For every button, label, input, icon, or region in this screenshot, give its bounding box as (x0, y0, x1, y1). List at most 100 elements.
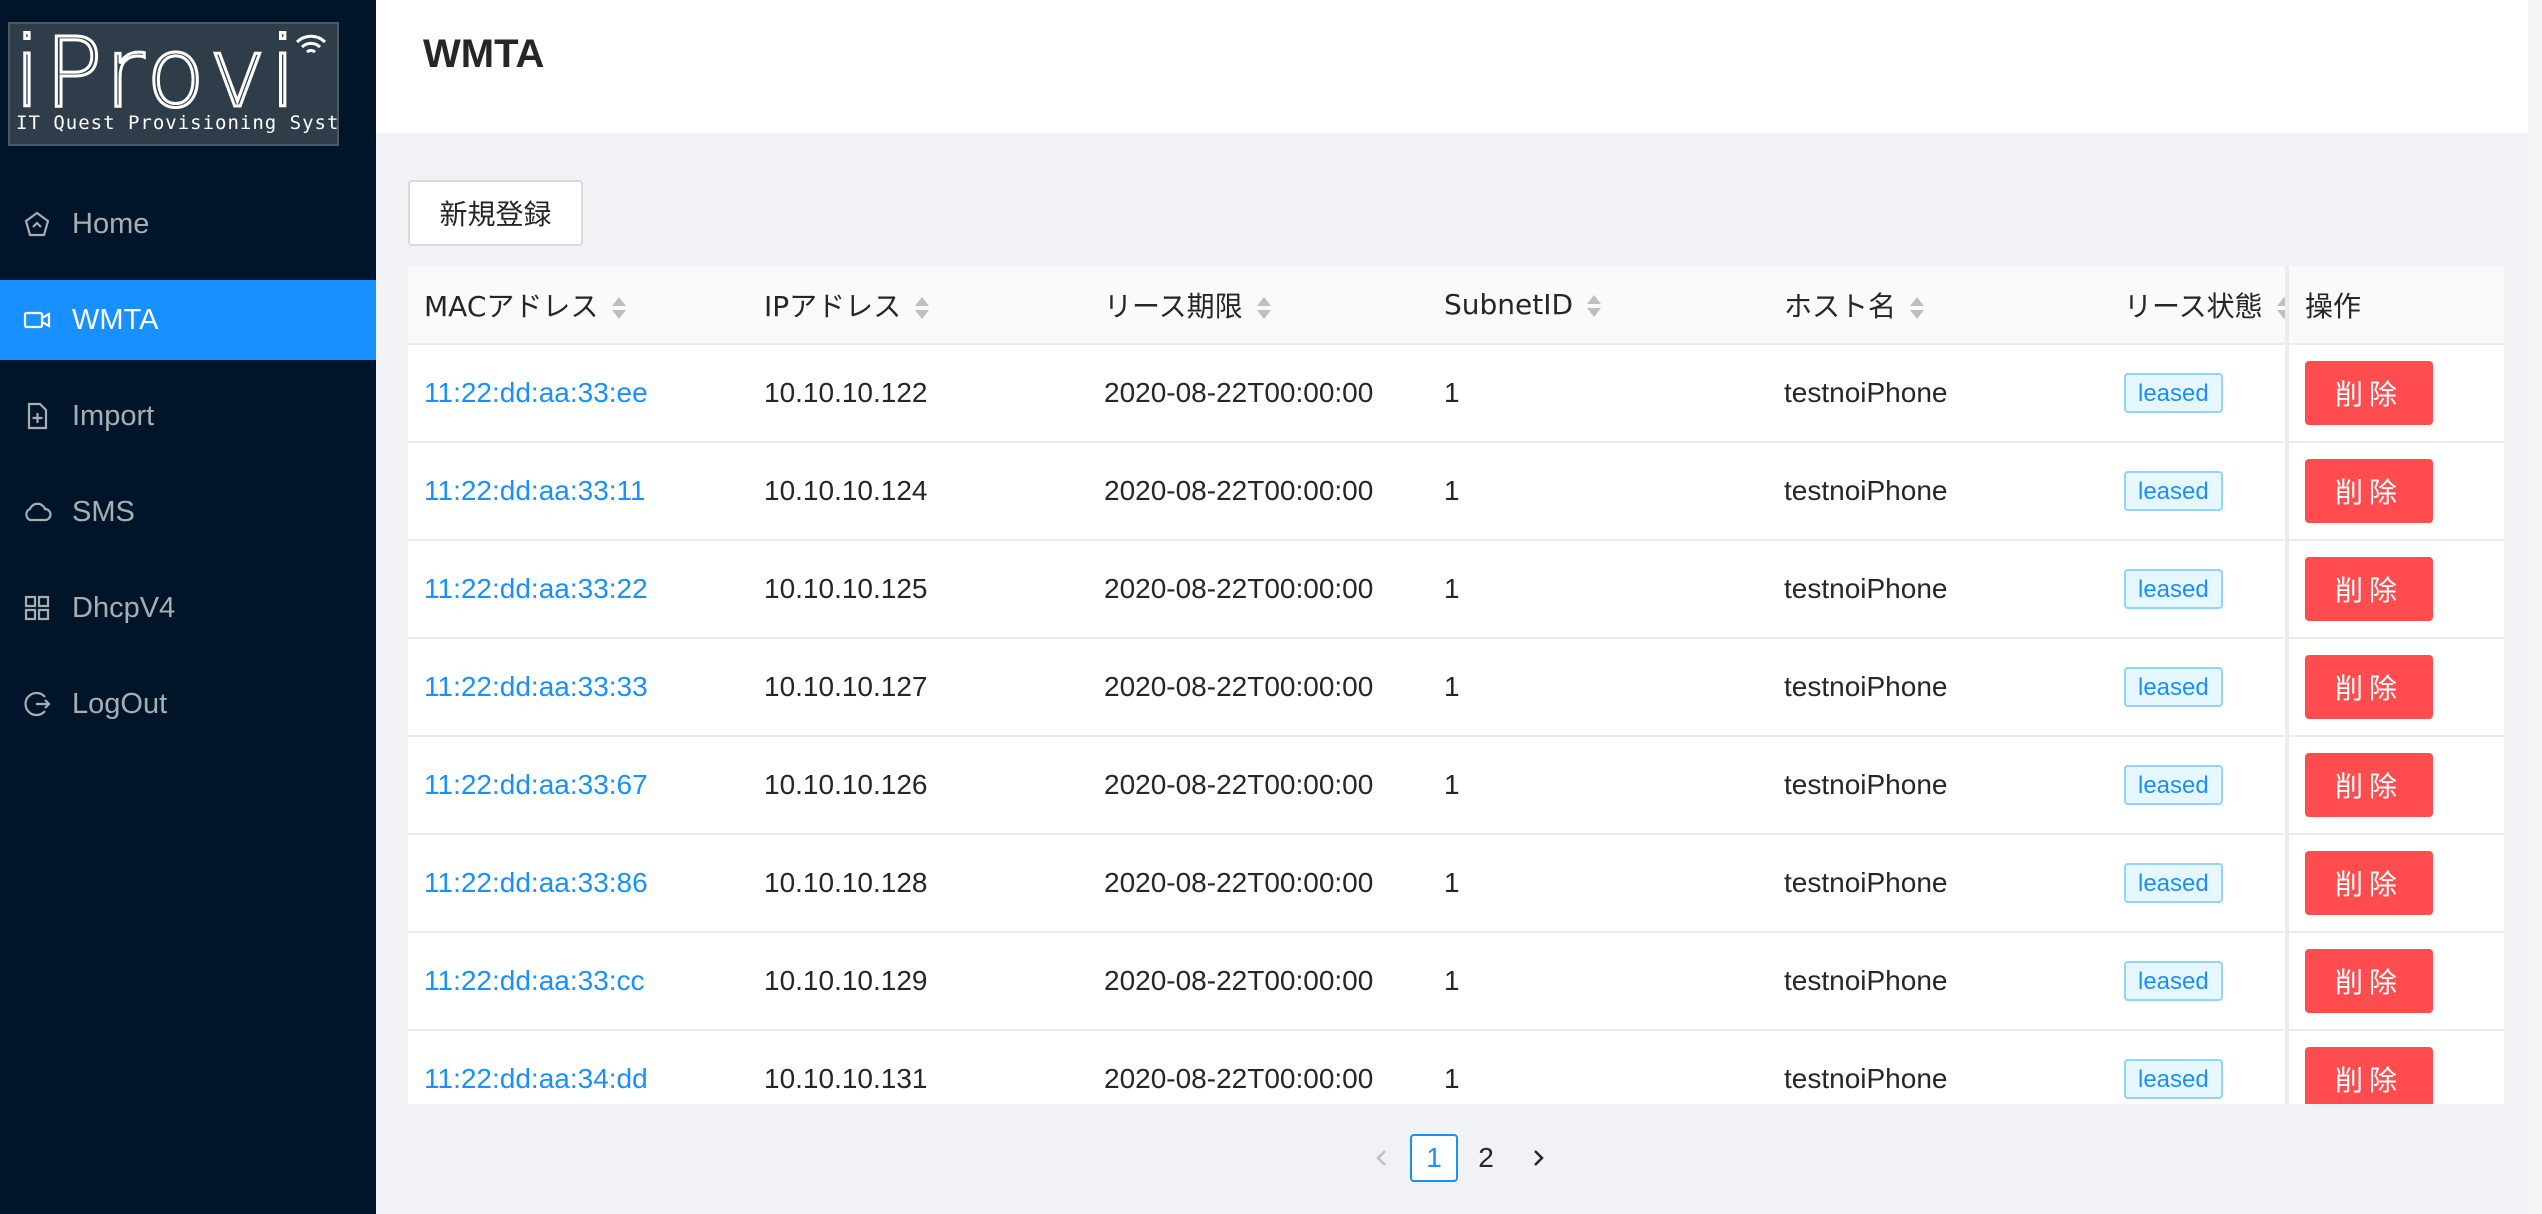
mac-link[interactable]: 11:22:dd:aa:33:86 (424, 867, 648, 898)
status-badge: leased (2124, 471, 2223, 511)
sidebar-item-label: DhcpV4 (72, 591, 176, 624)
host-cell: testnoiPhone (1768, 540, 2108, 639)
page-1-button[interactable]: 1 (1410, 1134, 1458, 1182)
status-badge: leased (2124, 373, 2223, 413)
table-row: 11:22:dd:aa:34:dd 10.10.10.131 2020-08-2… (408, 1030, 2504, 1104)
delete-button[interactable]: 削除 (2305, 851, 2433, 915)
sidebar-item-sms[interactable]: SMS (0, 472, 376, 552)
column-header-state[interactable]: リース状態 (2108, 266, 2287, 345)
table-row: 11:22:dd:aa:33:11 10.10.10.124 2020-08-2… (408, 442, 2504, 541)
delete-button[interactable]: 削除 (2305, 1047, 2433, 1104)
sidebar-item-label: WMTA (72, 303, 159, 336)
host-cell: testnoiPhone (1768, 638, 2108, 737)
next-page-button[interactable] (1514, 1134, 1562, 1182)
expiry-cell: 2020-08-22T00:00:00 (1088, 932, 1428, 1031)
page-2-button[interactable]: 2 (1462, 1134, 1510, 1182)
subnet-cell: 1 (1428, 540, 1768, 639)
host-cell: testnoiPhone (1768, 932, 2108, 1031)
sidebar-nav: Home WMTA Import SMS DhcpV4 LogOut (0, 184, 376, 760)
table-row: 11:22:dd:aa:33:ee 10.10.10.122 2020-08-2… (408, 344, 2504, 443)
app-logo[interactable]: iProvi IT Quest Provisioning System (8, 22, 339, 146)
page-header: WMTA (376, 0, 2542, 133)
pagination: 1 2 (1358, 1134, 1566, 1182)
table-row: 11:22:dd:aa:33:33 10.10.10.127 2020-08-2… (408, 638, 2504, 737)
column-header-subnet[interactable]: SubnetID (1428, 266, 1768, 345)
mac-link[interactable]: 11:22:dd:aa:33:ee (424, 377, 648, 408)
subnet-cell: 1 (1428, 736, 1768, 835)
mac-link[interactable]: 11:22:dd:aa:33:cc (424, 965, 645, 996)
ip-cell: 10.10.10.126 (748, 736, 1088, 835)
column-header-expiry[interactable]: リース期限 (1088, 266, 1428, 345)
column-header-mac[interactable]: MACアドレス (408, 266, 748, 345)
sort-icon[interactable] (2276, 295, 2287, 321)
delete-button[interactable]: 削除 (2305, 655, 2433, 719)
logo-subtitle: IT Quest Provisioning System (16, 112, 339, 134)
table-row: 11:22:dd:aa:33:cc 10.10.10.129 2020-08-2… (408, 932, 2504, 1031)
host-cell: testnoiPhone (1768, 736, 2108, 835)
right-scroll-gutter (2528, 0, 2542, 1214)
sidebar-item-home[interactable]: Home (0, 184, 376, 264)
video-camera-icon (22, 305, 52, 335)
expiry-cell: 2020-08-22T00:00:00 (1088, 442, 1428, 541)
host-cell: testnoiPhone (1768, 834, 2108, 933)
sidebar-item-import[interactable]: Import (0, 376, 376, 456)
table-row: 11:22:dd:aa:33:67 10.10.10.126 2020-08-2… (408, 736, 2504, 835)
ip-cell: 10.10.10.125 (748, 540, 1088, 639)
table-row: 11:22:dd:aa:33:22 10.10.10.125 2020-08-2… (408, 540, 2504, 639)
delete-button[interactable]: 削除 (2305, 949, 2433, 1013)
delete-button[interactable]: 削除 (2305, 459, 2433, 523)
host-cell: testnoiPhone (1768, 442, 2108, 541)
ip-cell: 10.10.10.127 (748, 638, 1088, 737)
sort-icon[interactable] (1910, 295, 1925, 321)
subnet-cell: 1 (1428, 932, 1768, 1031)
sort-icon[interactable] (1587, 293, 1602, 319)
delete-button[interactable]: 削除 (2305, 361, 2433, 425)
subnet-cell: 1 (1428, 442, 1768, 541)
sidebar-item-dhcpv4[interactable]: DhcpV4 (0, 568, 376, 648)
status-badge: leased (2124, 667, 2223, 707)
host-cell: testnoiPhone (1768, 1030, 2108, 1104)
expiry-cell: 2020-08-22T00:00:00 (1088, 1030, 1428, 1104)
home-icon (22, 209, 52, 239)
ip-cell: 10.10.10.124 (748, 442, 1088, 541)
status-badge: leased (2124, 863, 2223, 903)
delete-button[interactable]: 削除 (2305, 557, 2433, 621)
sidebar-item-label: LogOut (72, 687, 168, 720)
column-header-actions: 操作 (2285, 266, 2504, 345)
host-cell: testnoiPhone (1768, 344, 2108, 443)
delete-button[interactable]: 削除 (2305, 753, 2433, 817)
sidebar-item-label: Home (72, 207, 150, 240)
ip-cell: 10.10.10.122 (748, 344, 1088, 443)
chevron-left-icon (1376, 1150, 1386, 1166)
subnet-cell: 1 (1428, 1030, 1768, 1104)
table-row: 11:22:dd:aa:33:86 10.10.10.128 2020-08-2… (408, 834, 2504, 933)
mac-link[interactable]: 11:22:dd:aa:33:67 (424, 769, 648, 800)
column-header-host[interactable]: ホスト名 (1768, 266, 2108, 345)
sidebar-item-wmta[interactable]: WMTA (0, 280, 376, 360)
mac-link[interactable]: 11:22:dd:aa:34:dd (424, 1063, 648, 1094)
sort-icon[interactable] (1256, 295, 1271, 321)
subnet-cell: 1 (1428, 344, 1768, 443)
mac-link[interactable]: 11:22:dd:aa:33:11 (424, 475, 646, 506)
appstore-icon (22, 593, 52, 623)
status-badge: leased (2124, 961, 2223, 1001)
expiry-cell: 2020-08-22T00:00:00 (1088, 638, 1428, 737)
sidebar-item-label: SMS (72, 495, 135, 528)
status-badge: leased (2124, 1059, 2223, 1099)
ip-cell: 10.10.10.129 (748, 932, 1088, 1031)
ip-cell: 10.10.10.131 (748, 1030, 1088, 1104)
sidebar: iProvi IT Quest Provisioning System Home… (0, 0, 376, 1214)
expiry-cell: 2020-08-22T00:00:00 (1088, 540, 1428, 639)
prev-page-button[interactable] (1358, 1134, 1406, 1182)
page-title: WMTA (423, 32, 545, 76)
mac-link[interactable]: 11:22:dd:aa:33:33 (424, 671, 648, 702)
sort-icon[interactable] (915, 295, 930, 321)
new-register-button[interactable]: 新規登録 (408, 180, 583, 246)
column-header-ip[interactable]: IPアドレス (748, 266, 1088, 345)
logout-icon (22, 689, 52, 719)
sidebar-item-logout[interactable]: LogOut (0, 664, 376, 744)
sort-icon[interactable] (612, 295, 627, 321)
mac-link[interactable]: 11:22:dd:aa:33:22 (424, 573, 648, 604)
file-add-icon (22, 401, 52, 431)
sidebar-item-label: Import (72, 399, 155, 432)
